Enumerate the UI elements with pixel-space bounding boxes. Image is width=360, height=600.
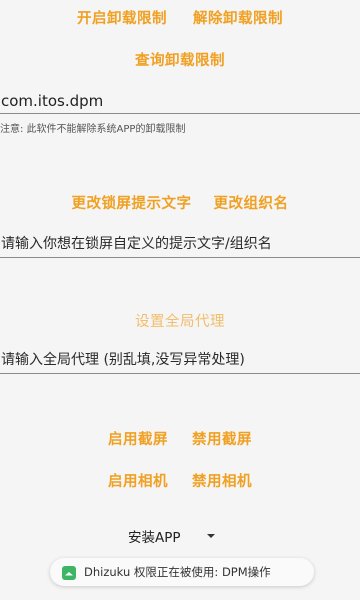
proxy-row: 设置全局代理	[0, 310, 360, 331]
change-lockscreen-text-button[interactable]: 更改锁屏提示文字	[72, 192, 192, 213]
set-global-proxy-button[interactable]: 设置全局代理	[135, 310, 225, 331]
chevron-down-icon	[206, 534, 215, 538]
disable-uninstall-restriction-button[interactable]: 解除卸载限制	[193, 7, 283, 28]
install-app-dropdown[interactable]: 安装APP	[128, 526, 215, 546]
package-name-input[interactable]	[0, 88, 360, 114]
query-restriction-row: 查询卸载限制	[0, 49, 360, 70]
enable-camera-button[interactable]: 启用相机	[108, 470, 168, 491]
toast-message: Dhizuku 权限正在被使用: DPM操作	[84, 565, 271, 579]
enable-screenshot-button[interactable]: 启用截屏	[108, 428, 168, 449]
lockscreen-row: 更改锁屏提示文字 更改组织名	[0, 192, 360, 213]
dhizuku-toast: Dhizuku 权限正在被使用: DPM操作	[50, 558, 314, 586]
disable-camera-button[interactable]: 禁用相机	[192, 470, 252, 491]
camera-row: 启用相机 禁用相机	[0, 470, 360, 491]
disable-screenshot-button[interactable]: 禁用截屏	[192, 428, 252, 449]
query-uninstall-restriction-button[interactable]: 查询卸载限制	[135, 49, 225, 70]
global-proxy-input[interactable]	[0, 346, 360, 374]
dhizuku-app-icon	[62, 565, 76, 580]
screenshot-row: 启用截屏 禁用截屏	[0, 428, 360, 449]
change-org-name-button[interactable]: 更改组织名	[214, 192, 289, 213]
lockscreen-text-input[interactable]	[0, 230, 360, 258]
install-app-dropdown-label: 安装APP	[128, 530, 181, 546]
uninstall-restriction-row: 开启卸载限制 解除卸载限制	[0, 7, 360, 28]
enable-uninstall-restriction-button[interactable]: 开启卸载限制	[77, 7, 167, 28]
uninstall-note: 注意: 此软件不能解除系统APP的卸载限制	[0, 124, 186, 135]
